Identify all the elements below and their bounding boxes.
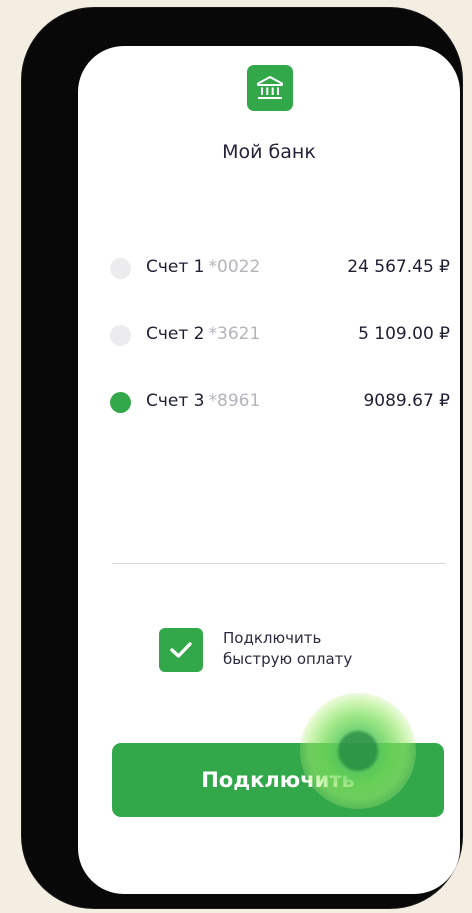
- account-row-1[interactable]: Счет 1 *0022 24 567.45 ₽: [110, 251, 450, 285]
- fast-pay-label: Подключить быструю оплату: [223, 628, 423, 670]
- fast-pay-option[interactable]: Подключить быструю оплату: [159, 628, 419, 684]
- divider: [112, 563, 446, 564]
- bank-logo: [247, 65, 293, 111]
- app-screen: Мой банк Счет 1 *0022 24 567.45 ₽ Счет 2 *…: [78, 46, 460, 894]
- connect-button[interactable]: Подключить: [112, 743, 444, 817]
- fast-pay-checkbox[interactable]: [159, 628, 203, 672]
- account-name: Счет 2: [146, 324, 205, 344]
- account-number: *0022: [208, 257, 261, 277]
- fast-pay-label-line2: быструю оплату: [223, 650, 353, 668]
- account-number: *3621: [208, 324, 261, 344]
- checkmark-icon: [170, 642, 192, 658]
- account-name: Счет 1: [146, 257, 205, 277]
- account-name: Счет 3: [146, 391, 205, 411]
- bank-title: Мой банк: [222, 141, 316, 163]
- phone-frame: Мой банк Счет 1 *0022 24 567.45 ₽ Счет 2 *…: [22, 8, 462, 908]
- account-radio-selected[interactable]: [110, 392, 131, 413]
- fast-pay-label-line1: Подключить: [223, 629, 322, 647]
- account-number: *8961: [208, 391, 261, 411]
- bank-building-icon: [257, 76, 283, 99]
- account-radio[interactable]: [110, 258, 131, 279]
- account-row-3[interactable]: Счет 3 *8961 9089.67 ₽: [110, 385, 450, 419]
- account-balance: 9089.67 ₽: [363, 391, 450, 411]
- account-radio[interactable]: [110, 325, 131, 346]
- account-row-2[interactable]: Счет 2 *3621 5 109.00 ₽: [110, 318, 450, 352]
- account-balance: 24 567.45 ₽: [347, 257, 450, 277]
- account-balance: 5 109.00 ₽: [358, 324, 450, 344]
